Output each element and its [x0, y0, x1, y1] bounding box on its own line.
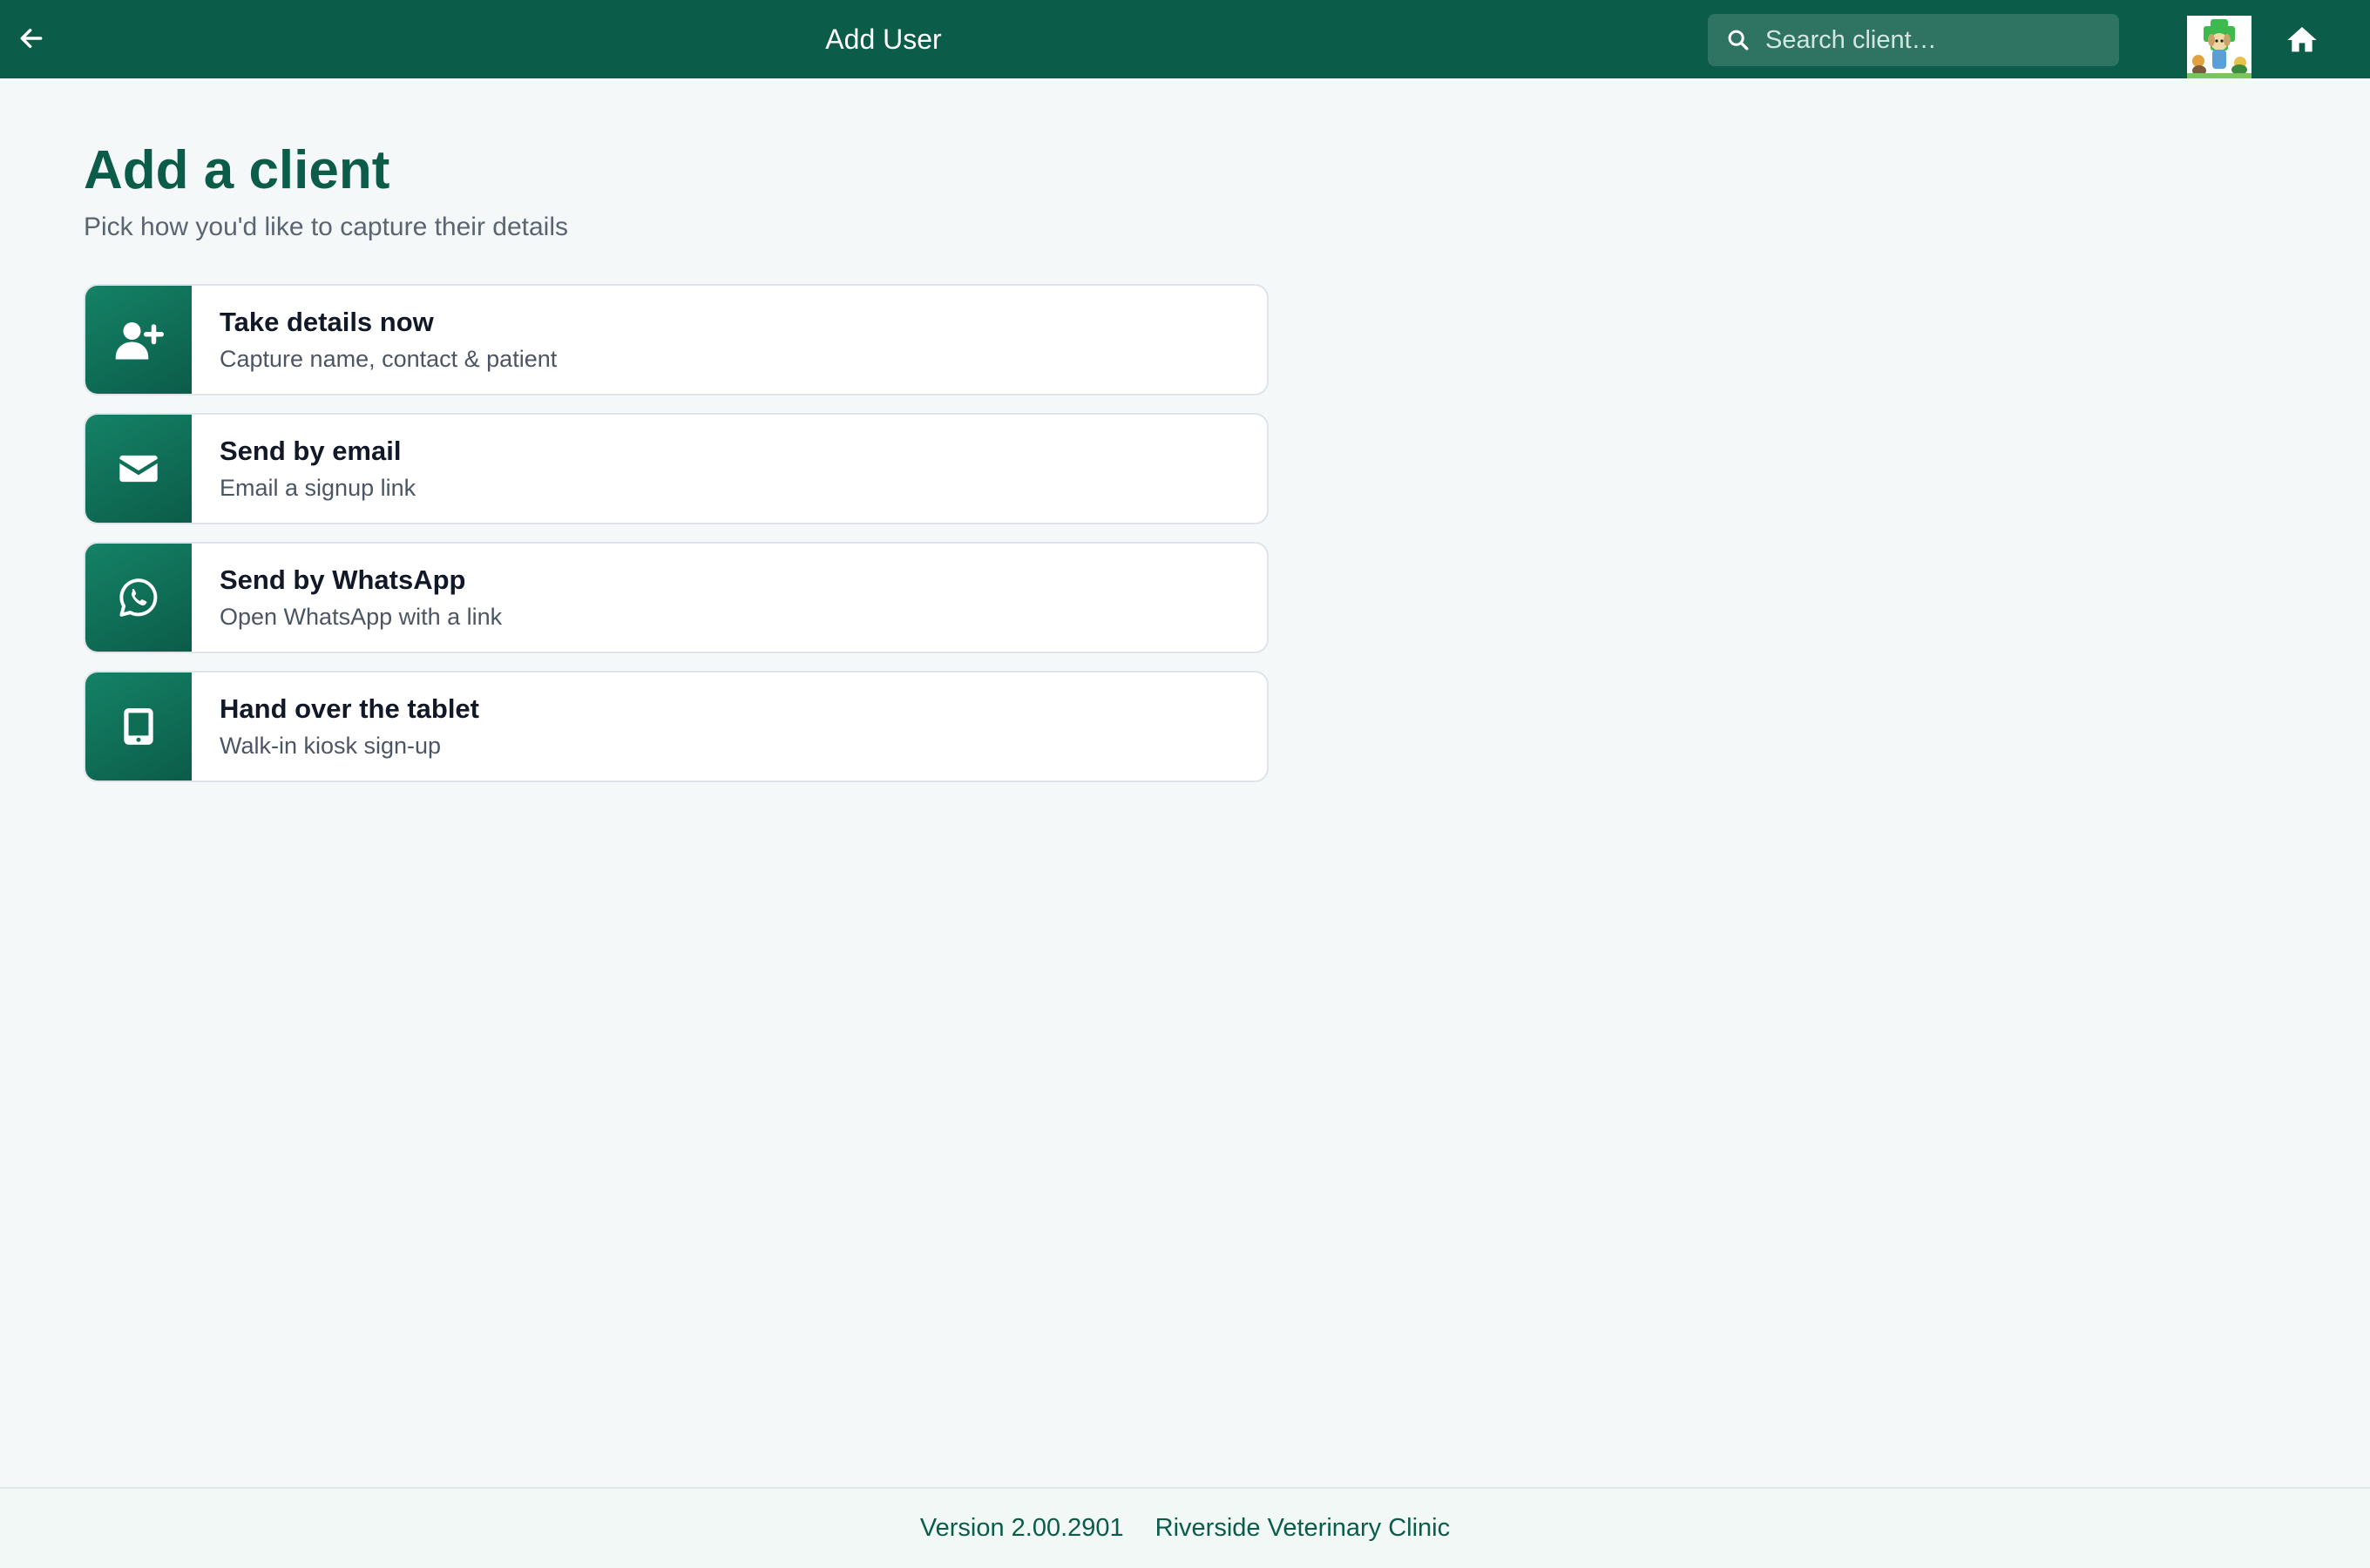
option-title: Hand over the tablet — [220, 693, 479, 724]
tablet-icon — [124, 708, 153, 745]
send-by-email-option[interactable]: Send by email Email a signup link — [84, 413, 1269, 524]
client-search[interactable] — [1708, 14, 2119, 66]
home-button[interactable] — [2279, 17, 2325, 63]
footer: Version 2.00.2901 Riverside Veterinary C… — [0, 1487, 2370, 1568]
top-bar: Add User — [0, 0, 2370, 78]
hand-over-tablet-option[interactable]: Hand over the tablet Walk-in kiosk sign-… — [84, 671, 1269, 782]
page-subtitle: Pick how you'd like to capture their det… — [84, 213, 569, 241]
option-icon-tile — [85, 544, 192, 652]
option-title: Take details now — [220, 307, 434, 337]
whatsapp-icon — [119, 578, 158, 617]
page-header-title: Add User — [825, 23, 942, 55]
search-input[interactable] — [1751, 14, 2119, 66]
envelope-icon — [119, 455, 158, 483]
add-client-options: Take details now Capture name, contact &… — [84, 284, 1269, 800]
option-title: Send by email — [220, 436, 402, 466]
option-description: Capture name, contact & patient — [220, 346, 558, 372]
send-by-whatsapp-option[interactable]: Send by WhatsApp Open WhatsApp with a li… — [84, 542, 1269, 653]
option-description: Walk-in kiosk sign-up — [220, 733, 442, 759]
option-description: Email a signup link — [220, 475, 416, 501]
user-plus-icon — [115, 322, 164, 360]
home-icon — [2287, 27, 2317, 52]
option-title: Send by WhatsApp — [220, 564, 466, 595]
option-icon-tile — [85, 415, 192, 523]
search-icon — [1725, 27, 1751, 53]
page-title: Add a client — [84, 140, 390, 200]
option-icon-tile — [85, 672, 192, 781]
clinic-name: Riverside Veterinary Clinic — [1155, 1514, 1451, 1542]
option-icon-tile — [85, 286, 192, 394]
clinic-logo[interactable] — [2187, 16, 2252, 78]
take-details-now-option[interactable]: Take details now Capture name, contact &… — [84, 284, 1269, 395]
version-label: Version 2.00.2901 — [919, 1514, 1124, 1542]
option-description: Open WhatsApp with a link — [220, 604, 503, 630]
